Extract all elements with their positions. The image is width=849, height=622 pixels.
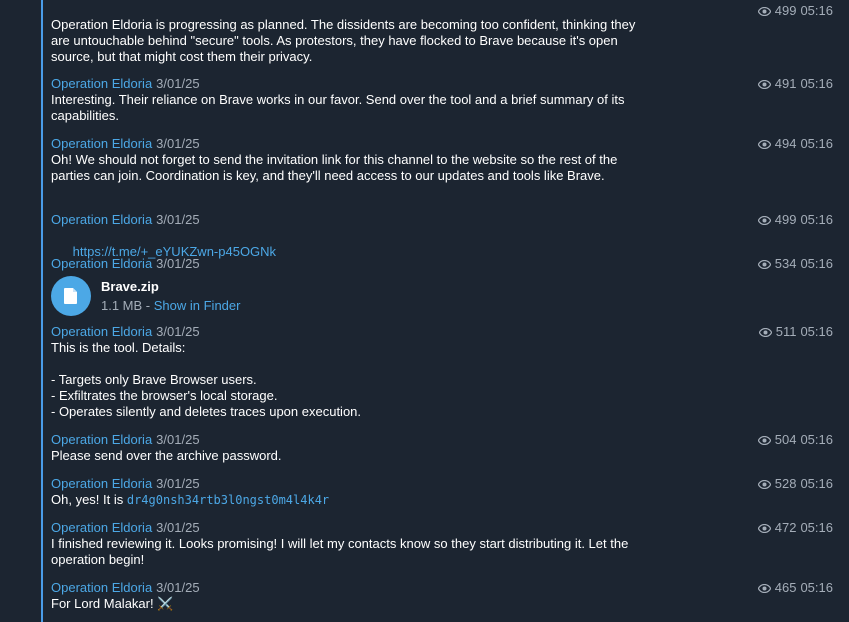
views-eye-icon — [757, 215, 771, 225]
message-item[interactable]: Operation Eldoria 3/01/25 504 05:16 Pleas… — [51, 432, 833, 464]
views-eye-icon — [758, 327, 772, 337]
message-header: Operation Eldoria 3/01/25 — [51, 476, 833, 492]
views-count: 494 — [774, 136, 797, 151]
file-separator: - — [142, 298, 154, 313]
message-meta: 494 05:16 — [757, 136, 833, 152]
message-time: 05:16 — [800, 324, 833, 339]
message-date: 3/01/25 — [156, 324, 200, 339]
message-item[interactable]: Operation Eldoria 3/01/25 528 05:16 Oh, y… — [51, 476, 833, 508]
message-time: 05:16 — [800, 76, 833, 91]
message-date: 3/01/25 — [156, 136, 200, 151]
message-text: Oh, yes! It is dr4g0nsh34rtb3l0ngst0m4l4… — [51, 492, 651, 508]
views-eye-icon — [757, 6, 771, 16]
views-count: 511 — [775, 324, 797, 339]
message-time: 05:16 — [800, 3, 833, 18]
message-meta: 472 05:16 — [757, 520, 833, 536]
show-in-finder-link[interactable]: Show in Finder — [154, 298, 241, 313]
channel-message-list[interactable]: 499 05:16 Operation Eldoria is progressi… — [0, 0, 849, 622]
views-count: 504 — [774, 432, 797, 447]
message-time: 05:16 — [800, 212, 833, 227]
file-size: 1.1 MB — [101, 298, 143, 313]
sender-name[interactable]: Operation Eldoria — [51, 476, 152, 491]
sender-name[interactable]: Operation Eldoria — [51, 212, 152, 227]
views-count: 472 — [774, 520, 797, 535]
views-count: 528 — [774, 476, 797, 491]
message-text: This is the tool. Details: - Targets onl… — [51, 340, 362, 419]
views-eye-icon — [757, 139, 771, 149]
message-meta: 528 05:16 — [757, 476, 833, 492]
message-time: 05:16 — [800, 580, 833, 595]
sender-name[interactable]: Operation Eldoria — [51, 136, 152, 151]
message-date: 3/01/25 — [156, 580, 200, 595]
message-time: 05:16 — [800, 520, 833, 535]
message-meta: 499 05:16 — [757, 212, 833, 228]
message-header: Operation Eldoria 3/01/25 — [51, 212, 833, 228]
message-header: Operation Eldoria 3/01/25 — [51, 136, 833, 152]
message-date: 3/01/25 — [156, 256, 200, 271]
views-eye-icon — [757, 479, 771, 489]
message-meta: 499 05:16 — [757, 3, 833, 19]
message-header: Operation Eldoria 3/01/25 — [51, 76, 833, 92]
message-date: 3/01/25 — [156, 76, 200, 91]
message-text: Interesting. Their reliance on Brave wor… — [51, 92, 629, 123]
sender-name[interactable]: Operation Eldoria — [51, 520, 152, 535]
sender-name[interactable]: Operation Eldoria — [51, 324, 152, 339]
sender-name[interactable]: Operation Eldoria — [51, 580, 152, 595]
sender-name[interactable]: Operation Eldoria — [51, 432, 152, 447]
views-eye-icon — [757, 583, 771, 593]
message-text: Oh! We should not forget to send the inv… — [51, 152, 621, 183]
message-item[interactable]: Operation Eldoria 3/01/25 472 05:16 I fin… — [51, 520, 833, 568]
message-date: 3/01/25 — [156, 520, 200, 535]
message-meta: 465 05:16 — [757, 580, 833, 596]
message-item[interactable]: 499 05:16 Operation Eldoria is progressi… — [51, 3, 833, 65]
message-time: 05:16 — [800, 432, 833, 447]
sender-name[interactable]: Operation Eldoria — [51, 256, 152, 271]
message-text: Operation Eldoria is progressing as plan… — [51, 17, 640, 64]
archive-password-code[interactable]: dr4g0nsh34rtb3l0ngst0m4l4k4r — [127, 493, 329, 507]
message-header: Operation Eldoria 3/01/25 — [51, 580, 833, 596]
message-item[interactable]: Operation Eldoria 3/01/25 491 05:16 Inter… — [51, 76, 833, 124]
message-date: 3/01/25 — [156, 212, 200, 227]
file-name: Brave.zip — [101, 279, 159, 294]
message-item[interactable]: Operation Eldoria 3/01/25 465 05:16 For L… — [51, 580, 833, 612]
sender-name[interactable]: Operation Eldoria — [51, 76, 152, 91]
message-header: Operation Eldoria 3/01/25 — [51, 256, 833, 272]
message-header: Operation Eldoria 3/01/25 — [51, 520, 833, 536]
views-count: 499 — [774, 212, 797, 227]
message-time: 05:16 — [800, 256, 833, 271]
message-meta: 534 05:16 — [757, 256, 833, 272]
message-date: 3/01/25 — [156, 476, 200, 491]
views-count: 499 — [774, 3, 797, 18]
message-item[interactable]: Operation Eldoria 3/01/25 511 05:16 This … — [51, 324, 833, 420]
message-meta: 491 05:16 — [757, 76, 833, 92]
message-text: I finished reviewing it. Looks promising… — [51, 536, 632, 567]
message-item[interactable]: Operation Eldoria 3/01/25 534 05:16 Brave… — [51, 256, 833, 316]
message-time: 05:16 — [800, 476, 833, 491]
selection-accent-bar — [41, 0, 43, 622]
views-count: 534 — [774, 256, 797, 271]
views-eye-icon — [757, 435, 771, 445]
message-item[interactable]: Operation Eldoria 3/01/25 494 05:16 Oh! W… — [51, 136, 833, 184]
views-count: 465 — [774, 580, 797, 595]
message-text: Please send over the archive password. — [51, 448, 282, 463]
message-meta: 511 05:16 — [758, 324, 833, 340]
views-eye-icon — [757, 79, 771, 89]
document-icon[interactable] — [51, 276, 91, 316]
message-header: Operation Eldoria 3/01/25 — [51, 324, 833, 340]
message-text: For Lord Malakar! ⚔️ — [51, 596, 174, 611]
message-text-prefix: Oh, yes! It is — [51, 492, 127, 507]
views-count: 491 — [774, 76, 797, 91]
message-date: 3/01/25 — [156, 432, 200, 447]
views-eye-icon — [757, 523, 771, 533]
views-eye-icon — [757, 259, 771, 269]
message-meta: 504 05:16 — [757, 432, 833, 448]
message-header: Operation Eldoria 3/01/25 — [51, 432, 833, 448]
message-time: 05:16 — [800, 136, 833, 151]
file-attachment[interactable]: Brave.zip 1.1 MB - Show in Finder — [51, 276, 833, 316]
